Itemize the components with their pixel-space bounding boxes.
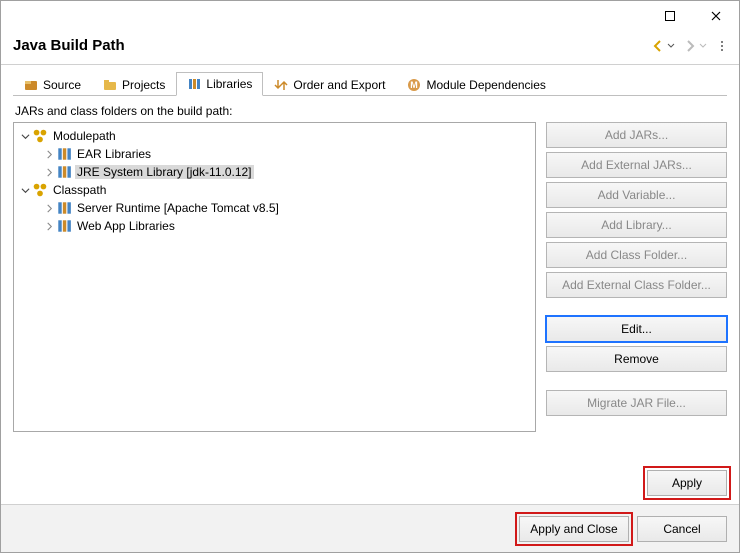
library-icon: [56, 218, 72, 234]
add-class-folder-button[interactable]: Add Class Folder...: [546, 242, 727, 268]
modulepath-icon: [32, 128, 48, 144]
tab-order-label: Order and Export: [293, 78, 385, 92]
nav-icons: [651, 39, 727, 53]
tabbar: Source Projects Libraries Order and Expo…: [13, 71, 727, 96]
chevron-right-icon[interactable]: [42, 219, 56, 233]
forward-button[interactable]: [683, 39, 697, 53]
tab-modules[interactable]: M Module Dependencies: [396, 72, 556, 96]
library-icon: [56, 146, 72, 162]
maximize-button[interactable]: [647, 1, 693, 31]
tree-label: Web App Libraries: [75, 219, 177, 233]
tree-node-classpath[interactable]: Classpath: [14, 181, 535, 199]
libraries-icon: [187, 77, 201, 91]
tree-node-modulepath[interactable]: Modulepath: [14, 127, 535, 145]
back-button[interactable]: [651, 39, 665, 53]
tree-node-webapp[interactable]: Web App Libraries: [14, 217, 535, 235]
menu-icon[interactable]: [717, 39, 727, 53]
library-icon: [56, 200, 72, 216]
side-button-column: Add JARs... Add External JARs... Add Var…: [546, 122, 727, 432]
chevron-down-icon[interactable]: [18, 129, 32, 143]
library-icon: [56, 164, 72, 180]
close-button[interactable]: [693, 1, 739, 31]
chevron-right-icon[interactable]: [42, 201, 56, 215]
tab-libraries[interactable]: Libraries: [176, 72, 263, 96]
tab-libraries-label: Libraries: [206, 77, 252, 91]
chevron-right-icon[interactable]: [42, 165, 56, 179]
projects-icon: [103, 78, 117, 92]
apply-and-close-button[interactable]: Apply and Close: [519, 516, 629, 542]
modules-icon: M: [407, 78, 421, 92]
dialog-title: Java Build Path: [13, 37, 651, 54]
classpath-icon: [32, 182, 48, 198]
dialog-footer: Apply and Close Cancel: [1, 504, 739, 552]
tree-label: Classpath: [51, 183, 108, 197]
tree-node-jre[interactable]: JRE System Library [jdk-11.0.12]: [14, 163, 535, 181]
add-external-class-folder-button[interactable]: Add External Class Folder...: [546, 272, 727, 298]
tree-node-ear[interactable]: EAR Libraries: [14, 145, 535, 163]
apply-button[interactable]: Apply: [647, 470, 727, 496]
source-icon: [24, 78, 38, 92]
tree-panel[interactable]: Modulepath EAR Libraries JRE System Libr…: [13, 122, 536, 432]
tab-source-label: Source: [43, 78, 81, 92]
titlebar: [1, 1, 739, 31]
tab-projects[interactable]: Projects: [92, 72, 176, 96]
tree-label: JRE System Library [jdk-11.0.12]: [75, 165, 254, 179]
add-library-button[interactable]: Add Library...: [546, 212, 727, 238]
chevron-down-icon[interactable]: [18, 183, 32, 197]
svg-text:M: M: [411, 80, 419, 90]
description-label: JARs and class folders on the build path…: [15, 104, 727, 118]
tab-modules-label: Module Dependencies: [426, 78, 545, 92]
forward-dropdown-icon[interactable]: [699, 39, 707, 53]
add-jars-button[interactable]: Add JARs...: [546, 122, 727, 148]
tab-order[interactable]: Order and Export: [263, 72, 396, 96]
edit-button[interactable]: Edit...: [546, 316, 727, 342]
add-external-jars-button[interactable]: Add External JARs...: [546, 152, 727, 178]
tree-label: EAR Libraries: [75, 147, 153, 161]
order-icon: [274, 78, 288, 92]
tab-projects-label: Projects: [122, 78, 165, 92]
tree-node-server[interactable]: Server Runtime [Apache Tomcat v8.5]: [14, 199, 535, 217]
tree-label: Modulepath: [51, 129, 118, 143]
chevron-right-icon[interactable]: [42, 147, 56, 161]
add-variable-button[interactable]: Add Variable...: [546, 182, 727, 208]
cancel-button[interactable]: Cancel: [637, 516, 727, 542]
remove-button[interactable]: Remove: [546, 346, 727, 372]
migrate-jar-button[interactable]: Migrate JAR File...: [546, 390, 727, 416]
tab-source[interactable]: Source: [13, 72, 92, 96]
tree-label: Server Runtime [Apache Tomcat v8.5]: [75, 201, 281, 215]
back-dropdown-icon[interactable]: [667, 39, 675, 53]
dialog-header: Java Build Path: [1, 31, 739, 65]
